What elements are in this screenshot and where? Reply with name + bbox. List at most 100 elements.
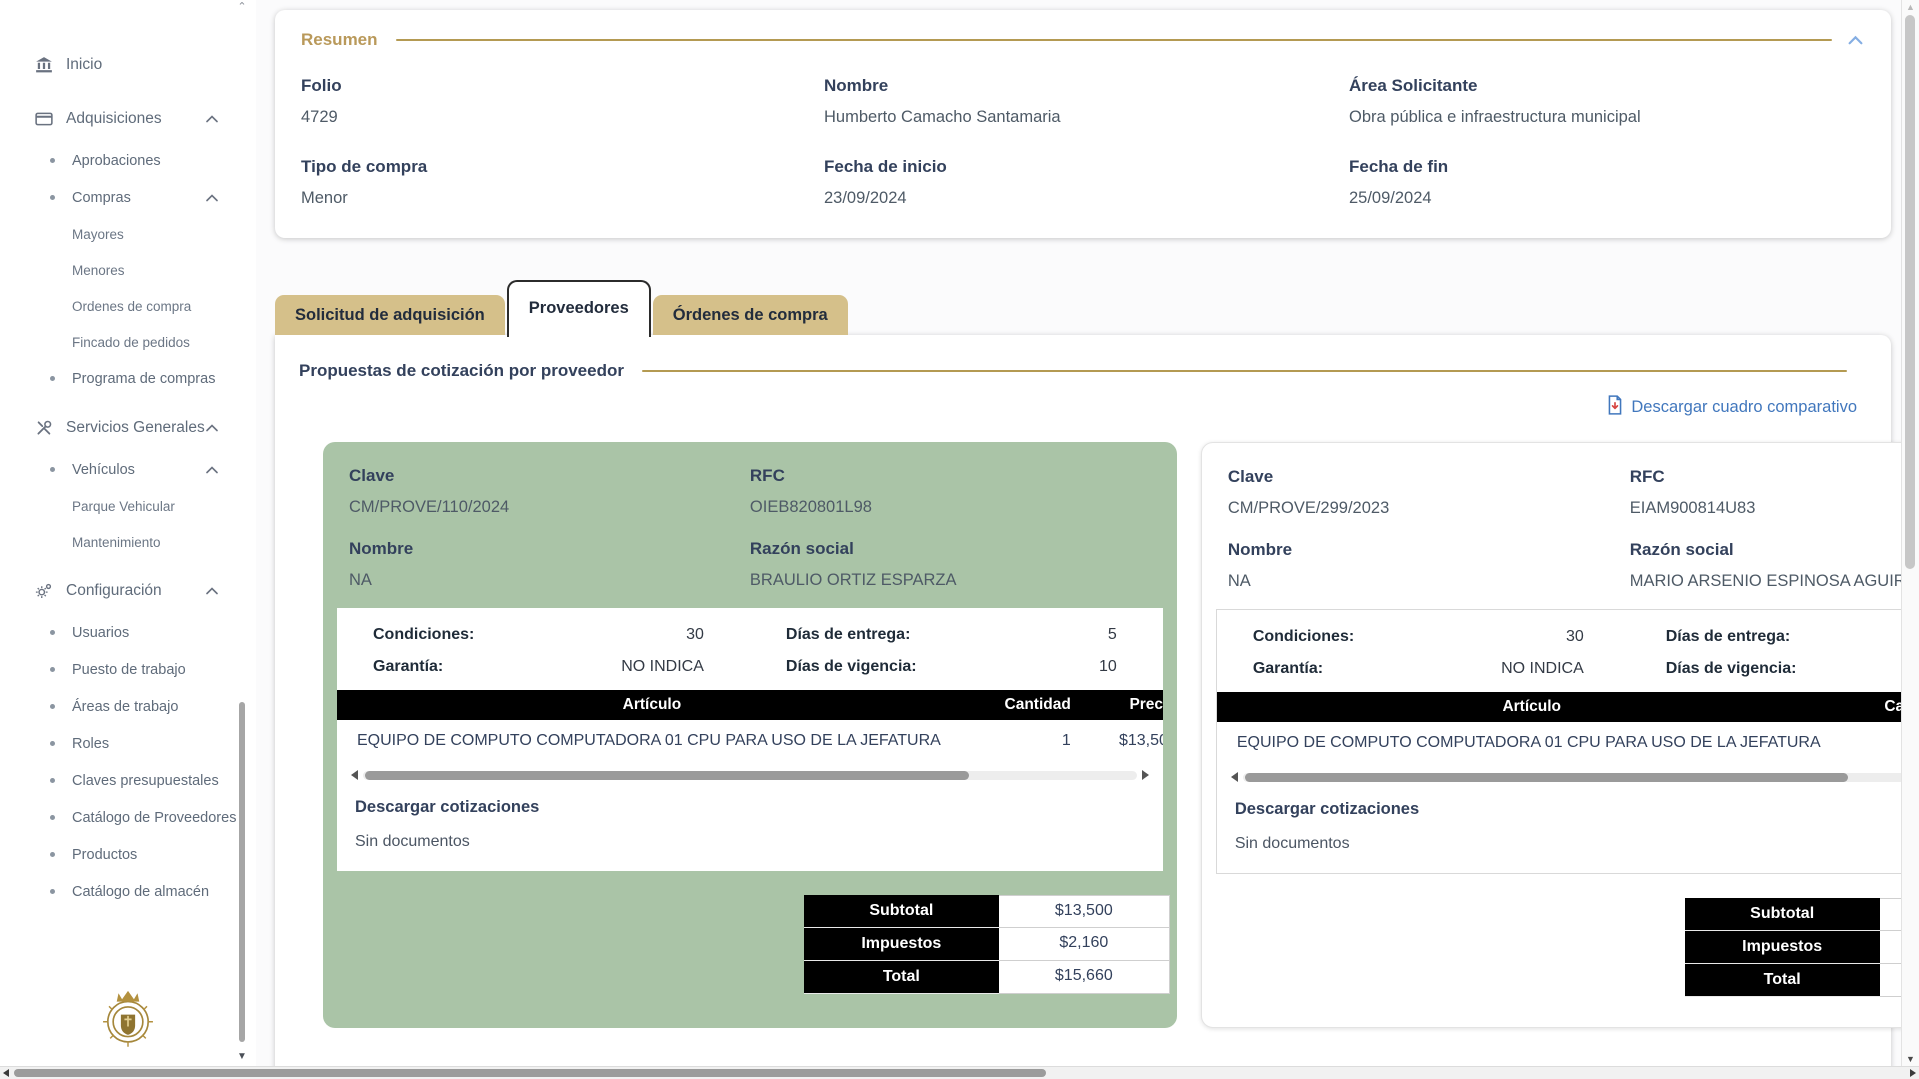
sidebar-item-menores[interactable]: Menores [0,252,256,288]
table-scrollbar[interactable] [351,768,1149,782]
chevron-up-icon [206,110,218,128]
sidebar-item-label: Adquisiciones [66,110,162,128]
tab-ordenes-de-compra[interactable]: Órdenes de compra [653,295,848,335]
items-table: Artículo Cantidad Precio EQUIPO DE COMPU… [1217,692,1901,764]
scroll-up-icon[interactable]: ▲ [1902,2,1919,12]
main-content: Resumen Folio 4729 Nombre Humberto Camac… [256,0,1901,1066]
table-scrollbar-track[interactable] [363,771,1137,780]
table-scrollbar-thumb[interactable] [365,771,969,780]
scroll-right-icon[interactable] [1910,1069,1916,1077]
field-label: Garantía: [1253,660,1323,678]
sidebar-item-claves-presupuestales[interactable]: Claves presupuestales [0,762,256,799]
sidebar-item-configuracion[interactable]: Configuración [0,568,256,614]
summary-field-area-solicitante: Área Solicitante Obra pública e infraest… [1349,76,1865,127]
item-articulo: EQUIPO DE COMPUTO COMPUTADORA 01 CPU PAR… [337,732,967,750]
sidebar-item-programa-de-compras[interactable]: Programa de compras [0,360,256,397]
sidebar-item-catalogo-de-proveedores[interactable]: Catálogo de Proveedores [0,799,256,836]
field-label: Días de vigencia: [786,658,917,676]
scroll-left-icon[interactable] [351,770,358,780]
sidebar-item-label: Inicio [66,56,102,74]
divider-line [396,39,1832,41]
sidebar-item-servicios-generales[interactable]: Servicios Generales [0,405,256,451]
scroll-down-icon[interactable]: ▼ [1902,1054,1919,1064]
total-value: $10,788 [1880,964,1901,997]
field-value: Humberto Camacho Santamaria [824,108,1349,127]
field-value: 4729 [301,108,824,127]
tab-proveedores[interactable]: Proveedores [507,280,651,337]
field-label: Fecha de fin [1349,157,1865,177]
sidebar-item-ordenes-de-compra[interactable]: Ordenes de compra [0,288,256,324]
sidebar-item-productos[interactable]: Productos [0,836,256,873]
page-horizontal-scrollbar[interactable] [0,1066,1919,1079]
summary-field-folio: Folio 4729 [301,76,824,127]
subtotal-value: $9,300 [1880,898,1901,931]
sidebar-item-aprobaciones[interactable]: Aprobaciones [0,142,256,179]
proposals-title: Propuestas de cotización por proveedor [299,361,624,381]
provider-nombre-field: Nombre NA [349,539,750,590]
provider-rfc: OIEB820801L98 [750,498,1151,517]
sidebar-item-areas-de-trabajo[interactable]: Áreas de trabajo [0,688,256,725]
chevron-up-icon [206,190,218,206]
table-scrollbar-thumb[interactable] [1245,773,1849,782]
impuestos-label: Impuestos [804,928,999,961]
scroll-left-icon[interactable] [1231,772,1238,782]
field-label: Días de entrega: [786,626,910,644]
tab-solicitud-de-adquisicion[interactable]: Solicitud de adquisición [275,295,505,335]
impuestos-label: Impuestos [1685,931,1880,964]
sidebar-item-mantenimiento[interactable]: Mantenimiento [0,524,256,560]
gears-icon [34,582,54,600]
provider-razon-field: Razón social MARIO ARSENIO ESPINOSA AGUI… [1630,540,1901,591]
sidebar-item-inicio[interactable]: Inicio [0,42,256,88]
field-label: Condiciones: [373,626,474,644]
provider-nombre: NA [1228,572,1630,591]
field-value: Menor [301,189,824,208]
column-header-cantidad: Cantidad [967,696,1077,714]
provider-razon-social: MARIO ARSENIO ESPINOSA AGUIRRE [1630,572,1901,591]
sidebar-item-usuarios[interactable]: Usuarios [0,614,256,651]
sidebar-item-label: Compras [72,190,131,206]
sidebar-item-compras[interactable]: Compras [0,179,256,216]
sidebar-item-catalogo-de-almacen[interactable]: Catálogo de almacén [0,873,256,910]
sidebar-item-roles[interactable]: Roles [0,725,256,762]
provider-clave-field: Clave CM/PROVE/299/2023 [1228,467,1630,518]
item-precio: $13,500 [1077,732,1163,750]
sidebar-item-label: Productos [72,847,137,863]
municipal-crest-logo [90,979,166,1060]
sidebar-item-parque-vehicular[interactable]: Parque Vehicular [0,488,256,524]
horizontal-scrollbar-thumb[interactable] [14,1069,1046,1077]
field-label: Días de entrega: [1666,628,1790,646]
total-label: Total [1685,964,1880,997]
items-table-header: Artículo Cantidad Precio [337,690,1163,720]
summary-field-fecha-fin: Fecha de fin 25/09/2024 [1349,157,1865,208]
dias-vigencia-row: Días de vigencia: 10 [1630,660,1901,678]
scroll-left-icon[interactable] [3,1069,9,1077]
sidebar-item-puesto-de-trabajo[interactable]: Puesto de trabajo [0,651,256,688]
sidebar-scrollbar[interactable]: ⌃ ▼ [236,2,248,1062]
impuestos-value: $1,488 [1880,931,1901,964]
sidebar-item-label: Configuración [66,582,162,600]
sidebar-scroll-up-icon[interactable]: ⌃ [236,2,248,12]
sidebar-item-mayores[interactable]: Mayores [0,216,256,252]
sidebar-scroll-down-icon[interactable]: ▼ [236,1052,248,1062]
download-comparison-link[interactable]: Descargar cuadro comparativo [1606,395,1857,420]
sidebar-item-label: Roles [72,736,109,752]
quote-panel: Condiciones: 30 Días de entrega: 5 Garan… [1216,609,1901,874]
sidebar-item-adquisiciones[interactable]: Adquisiciones [0,96,256,142]
collapse-summary-button[interactable] [1846,31,1865,50]
items-table: Artículo Cantidad Precio EQUIPO DE COMPU… [337,690,1163,762]
sidebar-item-fincado-de-pedidos[interactable]: Fincado de pedidos [0,324,256,360]
sidebar-item-label: Aprobaciones [72,153,161,169]
garantia-row: Garantía: NO INDICA [337,658,750,676]
dias-entrega-value: 5 [1108,626,1117,644]
dias-entrega-row: Días de entrega: 5 [1630,628,1901,646]
table-scrollbar-track[interactable] [1243,773,1901,782]
page-vertical-scrollbar[interactable]: ▲ ▼ [1901,0,1919,1066]
scroll-right-icon[interactable] [1142,770,1149,780]
sidebar-scrollbar-thumb[interactable] [239,702,245,1042]
vertical-scrollbar-thumb[interactable] [1905,15,1915,569]
field-value: 25/09/2024 [1349,189,1865,208]
garantia-value: NO INDICA [621,658,704,676]
table-scrollbar[interactable] [1231,770,1901,784]
chevron-up-icon [1848,33,1863,48]
sidebar-item-vehiculos[interactable]: Vehículos [0,451,256,488]
